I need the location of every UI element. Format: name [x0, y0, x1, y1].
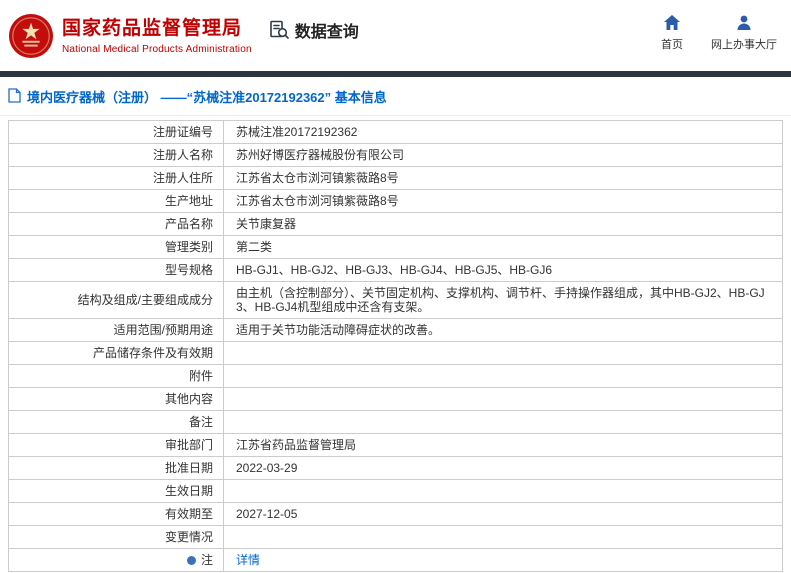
- header: 国家药品监督管理局 National Medical Products Admi…: [0, 0, 791, 71]
- online-hall-link-label: 网上办事大厅: [711, 39, 777, 51]
- table-row: 注册证编号 苏械注准20172192362: [8, 120, 783, 144]
- page-title-text: 境内医疗器械（注册） ——“苏械注准20172192362” 基本信息: [27, 90, 387, 105]
- data-query-label: 数据查询: [294, 23, 359, 41]
- row-label: 管理类别: [8, 235, 224, 259]
- detail-link[interactable]: 详情: [236, 553, 260, 567]
- row-value: [223, 387, 783, 411]
- row-label: 产品名称: [8, 212, 224, 236]
- table-row: 其他内容: [8, 387, 783, 411]
- table-row: 变更情况: [8, 525, 783, 549]
- row-value: 苏械注准20172192362: [223, 120, 783, 144]
- note-label: 注: [200, 553, 213, 567]
- table-row: 注册人名称 苏州好博医疗器械股份有限公司: [8, 143, 783, 167]
- table-row: 备注: [8, 410, 783, 434]
- row-label: 注册人名称: [8, 143, 224, 167]
- page-title: 境内医疗器械（注册） ——“苏械注准20172192362” 基本信息: [0, 77, 791, 116]
- data-query-section-label: 数据查询: [268, 18, 359, 42]
- home-link[interactable]: 首页: [661, 15, 683, 52]
- row-value: 第二类: [223, 235, 783, 259]
- row-value: 江苏省药品监督管理局: [223, 433, 783, 457]
- table-row: 适用范围/预期用途 适用于关节功能活动障碍症状的改善。: [8, 318, 783, 342]
- row-label: 备注: [8, 410, 224, 434]
- row-value: [223, 479, 783, 503]
- row-value: 适用于关节功能活动障碍症状的改善。: [223, 318, 783, 342]
- row-label: 审批部门: [8, 433, 224, 457]
- table-row: 审批部门 江苏省药品监督管理局: [8, 433, 783, 457]
- table-row: 生效日期: [8, 479, 783, 503]
- table-row: 管理类别 第二类: [8, 235, 783, 259]
- info-table: 注册证编号 苏械注准20172192362 注册人名称 苏州好博医疗器械股份有限…: [8, 120, 783, 572]
- info-table-body: 注册证编号 苏械注准20172192362 注册人名称 苏州好博医疗器械股份有限…: [8, 120, 783, 572]
- home-link-label: 首页: [661, 39, 683, 51]
- national-emblem-icon: [8, 13, 54, 59]
- row-label: 结构及组成/主要组成成分: [8, 281, 224, 319]
- row-value: [223, 364, 783, 388]
- table-row: 有效期至 2027-12-05: [8, 502, 783, 526]
- document-icon: [8, 87, 21, 106]
- row-label: 生产地址: [8, 189, 224, 213]
- table-row: 产品储存条件及有效期: [8, 341, 783, 365]
- table-row: 产品名称 关节康复器: [8, 212, 783, 236]
- row-label: 产品储存条件及有效期: [8, 341, 224, 365]
- row-value: 江苏省太仓市浏河镇紫薇路8号: [223, 166, 783, 190]
- top-nav: 首页 网上办事大厅: [661, 15, 777, 52]
- site-title: 国家药品监督管理局: [62, 17, 243, 39]
- main-content: 境内医疗器械（注册） ——“苏械注准20172192362” 基本信息 注册证编…: [0, 77, 791, 572]
- row-value: [223, 341, 783, 365]
- table-row: 型号规格 HB-GJ1、HB-GJ2、HB-GJ3、HB-GJ4、HB-GJ5、…: [8, 258, 783, 282]
- table-row: 附件: [8, 364, 783, 388]
- row-value: [223, 410, 783, 434]
- row-label: 注: [8, 548, 224, 572]
- row-label: 注册证编号: [8, 120, 224, 144]
- table-row: 批准日期 2022-03-29: [8, 456, 783, 480]
- table-row: 生产地址 江苏省太仓市浏河镇紫薇路8号: [8, 189, 783, 213]
- row-value: 由主机（含控制部分）、关节固定机构、支撑机构、调节杆、手持操作器组成，其中HB-…: [223, 281, 783, 319]
- row-value: 苏州好博医疗器械股份有限公司: [223, 143, 783, 167]
- row-value: 2027-12-05: [223, 502, 783, 526]
- table-row: 注 详情: [8, 548, 783, 572]
- row-label: 有效期至: [8, 502, 224, 526]
- brand-text: 国家药品监督管理局 National Medical Products Admi…: [62, 17, 252, 55]
- user-icon: [736, 15, 752, 31]
- row-label: 注册人住所: [8, 166, 224, 190]
- table-row: 结构及组成/主要组成成分 由主机（含控制部分）、关节固定机构、支撑机构、调节杆、…: [8, 281, 783, 319]
- row-label: 其他内容: [8, 387, 224, 411]
- row-label: 批准日期: [8, 456, 224, 480]
- note-bullet-icon: [186, 556, 196, 565]
- row-value: HB-GJ1、HB-GJ2、HB-GJ3、HB-GJ4、HB-GJ5、HB-GJ…: [223, 258, 783, 282]
- row-value: 2022-03-29: [223, 456, 783, 480]
- online-hall-link[interactable]: 网上办事大厅: [711, 15, 777, 52]
- row-value: [223, 525, 783, 549]
- table-row: 注册人住所 江苏省太仓市浏河镇紫薇路8号: [8, 166, 783, 190]
- brand: 国家药品监督管理局 National Medical Products Admi…: [8, 13, 252, 59]
- row-label: 适用范围/预期用途: [8, 318, 224, 342]
- row-label: 生效日期: [8, 479, 224, 503]
- home-icon: [664, 15, 680, 31]
- row-value: 详情: [223, 548, 783, 572]
- data-query-icon: [268, 19, 290, 41]
- row-value: 江苏省太仓市浏河镇紫薇路8号: [223, 189, 783, 213]
- site-subtitle: National Medical Products Administration: [62, 43, 252, 55]
- row-label: 型号规格: [8, 258, 224, 282]
- row-label: 附件: [8, 364, 224, 388]
- row-value: 关节康复器: [223, 212, 783, 236]
- row-label: 变更情况: [8, 525, 224, 549]
